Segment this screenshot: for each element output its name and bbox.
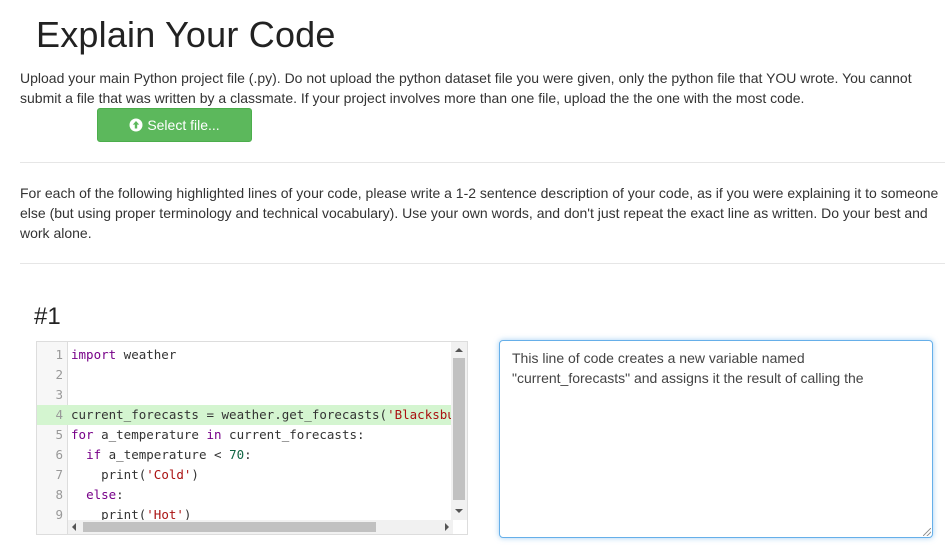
upload-instructions: Upload your main Python project file (.p… [20, 70, 912, 106]
code-editor[interactable]: 1 import weather 2 3 4 current_forecasts = we… [36, 341, 468, 535]
page-title: Explain Your Code [36, 14, 336, 55]
code-line[interactable]: 6 if a_temperature < 70: [37, 445, 451, 465]
vertical-scroll-thumb[interactable] [453, 358, 465, 500]
code-line-text: else: [86, 487, 124, 502]
line-number: 2 [55, 367, 63, 382]
code-line-text: current_forecasts = weather.get_forecast… [71, 407, 451, 422]
line-number: 5 [55, 427, 63, 442]
scroll-right-arrow-icon[interactable] [445, 523, 449, 531]
code-lines: 1 import weather 2 3 4 current_forecasts = we… [37, 345, 451, 525]
line-number: 4 [55, 407, 63, 422]
horizontal-scroll-thumb[interactable] [83, 522, 376, 532]
select-file-label: Select file... [147, 117, 220, 133]
line-number: 7 [55, 467, 63, 482]
select-file-button[interactable]: Select file... [97, 108, 252, 142]
code-line[interactable]: 7 print('Cold') [37, 465, 451, 485]
scroll-left-arrow-icon[interactable] [72, 523, 76, 531]
code-line[interactable]: 8 else: [37, 485, 451, 505]
code-line[interactable]: 2 [37, 365, 451, 385]
line-number: 3 [55, 387, 63, 402]
code-line-text: print('Cold') [71, 467, 199, 482]
explain-instructions: For each of the following highlighted li… [20, 185, 939, 241]
divider [20, 162, 945, 163]
code-line[interactable]: 3 [37, 385, 451, 405]
scroll-up-arrow-icon[interactable] [455, 348, 463, 352]
upload-icon [129, 118, 143, 132]
code-line[interactable]: 5 for a_temperature in current_forecasts: [37, 425, 451, 445]
horizontal-scrollbar[interactable] [68, 520, 453, 534]
question-number: #1 [34, 303, 61, 330]
explanation-textarea[interactable]: This line of code creates a new variable… [499, 340, 933, 538]
line-number: 6 [55, 447, 63, 462]
vertical-scrollbar[interactable] [451, 342, 467, 520]
code-line[interactable]: 4 current_forecasts = weather.get_forecas… [37, 405, 451, 425]
line-number: 1 [55, 347, 63, 362]
code-line-text: import weather [71, 347, 177, 362]
code-line-text: for a_temperature in current_forecasts: [71, 427, 365, 442]
divider [20, 263, 945, 264]
code-line[interactable]: 1 import weather [37, 345, 451, 365]
scroll-down-arrow-icon[interactable] [455, 509, 463, 513]
code-line-text: if a_temperature < 70: [86, 447, 252, 462]
resize-handle-icon[interactable] [923, 528, 931, 536]
line-number: 8 [55, 487, 63, 502]
line-number: 9 [55, 507, 63, 522]
